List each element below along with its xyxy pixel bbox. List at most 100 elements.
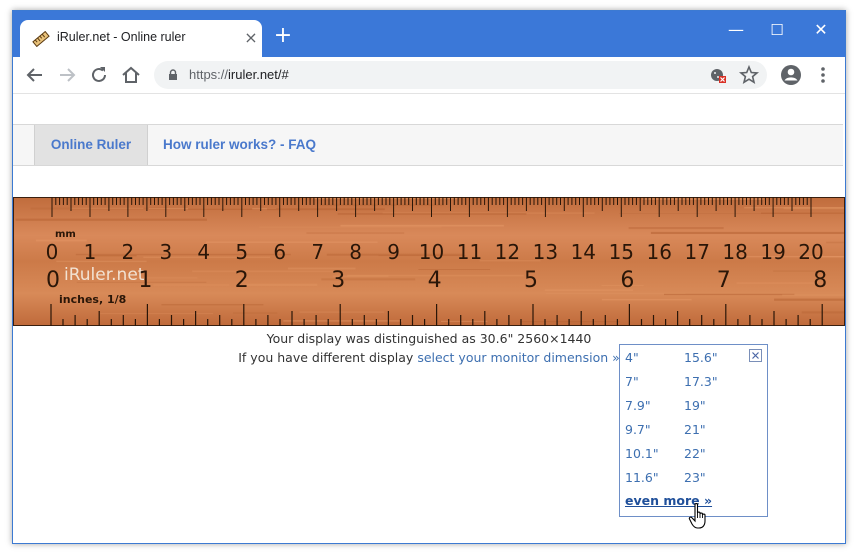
- wood-grain-streak: [153, 284, 230, 286]
- wood-grain-streak: [246, 283, 318, 286]
- cm-number: 18: [722, 240, 747, 264]
- address-bar[interactable]: https://iruler.net/#: [154, 61, 767, 89]
- browser-toolbar: https://iruler.net/#: [13, 57, 845, 94]
- hand-cursor-icon: [688, 502, 706, 529]
- browser-tab[interactable]: iRuler.net - Online ruler ×: [20, 20, 262, 57]
- blocked-cookies-icon[interactable]: [707, 64, 729, 86]
- monitor-size-21[interactable]: 21": [684, 422, 706, 437]
- cm-number: 16: [646, 240, 671, 264]
- wood-grain-streak: [601, 298, 692, 301]
- menu-kebab-icon[interactable]: [811, 63, 835, 87]
- cm-number: 19: [760, 240, 785, 264]
- forward-arrow-icon[interactable]: [55, 63, 79, 87]
- cm-number: 6: [273, 240, 286, 264]
- monitor-size-19[interactable]: 19": [684, 398, 706, 413]
- wood-grain-streak: [15, 218, 207, 221]
- cm-number: 13: [533, 240, 558, 264]
- wood-grain-streak: [69, 207, 144, 209]
- cm-number: 12: [495, 240, 520, 264]
- cm-number: 10: [419, 240, 444, 264]
- wood-grain-streak: [619, 213, 813, 214]
- wood-grain-streak: [233, 312, 278, 314]
- online-ruler[interactable]: mm 0 1 2 3 4 5 6 7 8 9 10 11 12 13 14 15 16 17 18 19 20 0 iR…: [13, 197, 845, 326]
- new-tab-button[interactable]: +: [271, 25, 295, 47]
- cm-number: 9: [387, 240, 400, 264]
- panel-close-button[interactable]: [749, 349, 762, 362]
- wood-grain-streak: [188, 208, 253, 210]
- monitor-size-7[interactable]: 7": [625, 374, 639, 389]
- monitor-size-17-3[interactable]: 17.3": [684, 374, 718, 389]
- url-text[interactable]: https://iruler.net/#: [189, 67, 289, 82]
- reload-icon[interactable]: [87, 63, 111, 87]
- maximize-button[interactable]: ☐: [762, 19, 792, 41]
- cm-number: 3: [160, 240, 173, 264]
- cm-number: 11: [457, 240, 482, 264]
- bookmark-star-icon[interactable]: [738, 64, 760, 86]
- monitor-size-22[interactable]: 22": [684, 446, 706, 461]
- home-icon[interactable]: [119, 63, 143, 87]
- cm-number: 20: [798, 240, 823, 264]
- cm-number: 14: [571, 240, 596, 264]
- tab-close-icon[interactable]: ×: [242, 28, 260, 48]
- window-close-button[interactable]: ✕: [806, 19, 836, 41]
- minimize-button[interactable]: —: [721, 19, 751, 41]
- cm-number: 1: [84, 240, 97, 264]
- tab-how-ruler-works-faq[interactable]: How ruler works? - FAQ: [163, 125, 316, 165]
- inch-number: 8: [813, 268, 827, 293]
- monitor-size-panel: 4" 7" 7.9" 9.7" 10.1" 11.6" 15.6" 17.3" …: [619, 344, 768, 529]
- inch-number: 5: [524, 268, 538, 293]
- cm-number: 0: [46, 240, 59, 264]
- monitor-size-10-1[interactable]: 10.1": [625, 446, 659, 461]
- inch-unit-label: inches, 1/8: [59, 293, 126, 306]
- wood-grain-streak: [283, 320, 403, 322]
- iruler-brand-logo: iRuler.net: [64, 265, 145, 285]
- wood-grain-streak: [312, 197, 458, 200]
- cm-number: 5: [235, 240, 248, 264]
- wood-grain-streak: [650, 231, 845, 234]
- monitor-size-11-6[interactable]: 11.6": [625, 470, 659, 485]
- wood-grain-streak: [340, 224, 504, 227]
- different-display-prefix: If you have different display: [238, 350, 414, 365]
- wood-grain-streak: [783, 207, 845, 210]
- ruler-favicon-icon: [32, 31, 50, 47]
- monitor-size-7-9[interactable]: 7.9": [625, 398, 651, 413]
- monitor-size-9-7[interactable]: 9.7": [625, 422, 651, 437]
- back-arrow-icon[interactable]: [23, 63, 47, 87]
- wood-grain-streak: [337, 213, 527, 215]
- browser-window: iRuler.net - Online ruler × + — ☐ ✕ http…: [12, 10, 846, 544]
- detected-display-value: 30.6" 2560×1440: [479, 331, 592, 346]
- mm-unit-label: mm: [55, 229, 76, 240]
- wood-grain-streak: [628, 227, 724, 230]
- detected-display-prefix: Your display was distinguished as: [266, 331, 476, 346]
- wood-grain-streak: [801, 311, 845, 314]
- inch-number: 1: [138, 268, 152, 293]
- mm-tick-marks: [51, 197, 812, 217]
- inch-number: 2: [235, 268, 249, 293]
- cm-number: 4: [197, 240, 210, 264]
- cm-number: 2: [122, 240, 135, 264]
- select-monitor-dimension-link[interactable]: select your monitor dimension »: [417, 350, 619, 365]
- tab-online-ruler[interactable]: Online Ruler: [34, 125, 148, 165]
- wood-grain-streak: [736, 282, 818, 285]
- wood-grain-streak: [287, 267, 356, 270]
- wood-grain-streak: [259, 226, 442, 228]
- wood-grain-streak: [75, 253, 291, 256]
- monitor-size-15-6[interactable]: 15.6": [684, 350, 718, 365]
- cm-number: 17: [684, 240, 709, 264]
- wood-grain-streak: [664, 293, 795, 296]
- profile-avatar-icon[interactable]: [779, 63, 803, 87]
- title-bar: iRuler.net - Online ruler × + — ☐ ✕: [13, 11, 845, 57]
- inch-number-0: 0: [46, 268, 60, 293]
- site-nav: Online Ruler How ruler works? - FAQ: [13, 124, 843, 166]
- wood-grain-streak: [267, 208, 385, 211]
- monitor-size-4[interactable]: 4": [625, 350, 639, 365]
- inch-number: 6: [620, 268, 634, 293]
- monitor-size-23[interactable]: 23": [684, 470, 706, 485]
- lock-icon[interactable]: [167, 69, 179, 81]
- wood-grain-streak: [826, 241, 845, 244]
- wood-grain-streak: [441, 320, 488, 322]
- wood-grain-streak: [161, 304, 264, 306]
- wood-grain-streak: [642, 198, 764, 200]
- cm-number: 7: [311, 240, 324, 264]
- cm-number: 8: [349, 240, 362, 264]
